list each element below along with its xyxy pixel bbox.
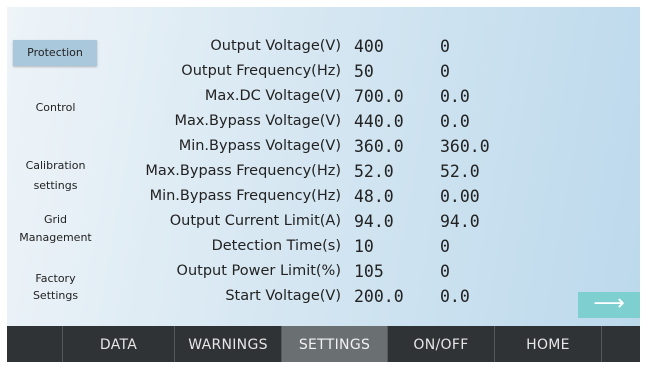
nav-tab-on-off[interactable]: ON/OFF [387, 326, 494, 362]
sidebar-item-label: Grid [43, 213, 68, 226]
nav-tab-data[interactable]: DATA [62, 326, 174, 362]
param-value[interactable]: 0.00 [440, 187, 480, 207]
sidebar-item-label: Protection [27, 46, 83, 59]
bottom-nav: DATA WARNINGS SETTINGS ON/OFF HOME [7, 326, 640, 362]
sidebar-item-factory-settings[interactable]: Factory Settings [7, 270, 104, 304]
nav-tab-warnings[interactable]: WARNINGS [174, 326, 281, 362]
param-value[interactable]: 360.0 [354, 137, 404, 157]
param-label: Max.Bypass Frequency(Hz) [145, 163, 341, 179]
param-label: Min.Bypass Frequency(Hz) [149, 188, 341, 204]
nav-tab-label: SETTINGS [298, 337, 371, 353]
param-value[interactable]: 52.0 [354, 162, 394, 182]
param-label: Min.Bypass Voltage(V) [178, 138, 341, 154]
param-label: Output Voltage(V) [210, 38, 341, 54]
sidebar-item-label: Management [19, 231, 92, 244]
nav-divider [601, 326, 640, 362]
param-value[interactable]: 50 [354, 62, 374, 82]
sidebar-item-label: Control [35, 101, 76, 114]
nav-tab-label: HOME [526, 337, 570, 353]
sidebar-item-label: settings [33, 179, 78, 192]
param-value[interactable]: 400 [354, 37, 384, 57]
param-label: Output Frequency(Hz) [181, 63, 341, 79]
param-value[interactable]: 52.0 [440, 162, 480, 182]
param-label: Output Current Limit(A) [169, 213, 341, 229]
sidebar-item-label: Calibration [25, 159, 86, 172]
arrow-right-icon: ⟶ [593, 291, 625, 316]
sidebar-item-protection[interactable]: Protection [13, 40, 97, 66]
param-value[interactable]: 440.0 [354, 112, 404, 132]
sidebar-item-grid-management[interactable]: Grid Management [7, 211, 104, 247]
next-page-button[interactable]: ⟶ [578, 292, 640, 318]
param-value[interactable]: 360.0 [440, 137, 490, 157]
param-value[interactable]: 0 [440, 262, 450, 282]
param-value[interactable]: 94.0 [354, 212, 394, 232]
param-value[interactable]: 200.0 [354, 287, 404, 307]
param-value[interactable]: 48.0 [354, 187, 394, 207]
param-label: Start Voltage(V) [225, 288, 341, 304]
param-label: Max.DC Voltage(V) [204, 88, 341, 104]
sidebar-item-control[interactable]: Control [7, 98, 104, 118]
param-value[interactable]: 0 [440, 237, 450, 257]
param-label: Output Power Limit(%) [176, 263, 341, 279]
sidebar-item-label: Factory [35, 272, 76, 285]
nav-tab-settings[interactable]: SETTINGS [281, 326, 387, 362]
nav-tab-label: ON/OFF [413, 337, 469, 353]
param-value[interactable]: 105 [354, 262, 384, 282]
param-value[interactable]: 94.0 [440, 212, 480, 232]
nav-tab-label: DATA [99, 337, 138, 353]
param-value[interactable]: 0 [440, 62, 450, 82]
param-value[interactable]: 0.0 [440, 287, 470, 307]
nav-tab-label: WARNINGS [188, 337, 268, 353]
param-value[interactable]: 700.0 [354, 87, 404, 107]
param-value[interactable]: 10 [354, 237, 374, 257]
settings-screen: Protection Control Calibration settings … [7, 7, 640, 326]
nav-tab-home[interactable]: HOME [494, 326, 601, 362]
sidebar-item-calibration-settings[interactable]: Calibration settings [7, 156, 104, 196]
param-value[interactable]: 0.0 [440, 87, 470, 107]
param-label: Max.Bypass Voltage(V) [174, 113, 341, 129]
param-label: Detection Time(s) [211, 238, 341, 254]
param-value[interactable]: 0.0 [440, 112, 470, 132]
sidebar-item-label: Settings [32, 289, 79, 302]
param-value[interactable]: 0 [440, 37, 450, 57]
